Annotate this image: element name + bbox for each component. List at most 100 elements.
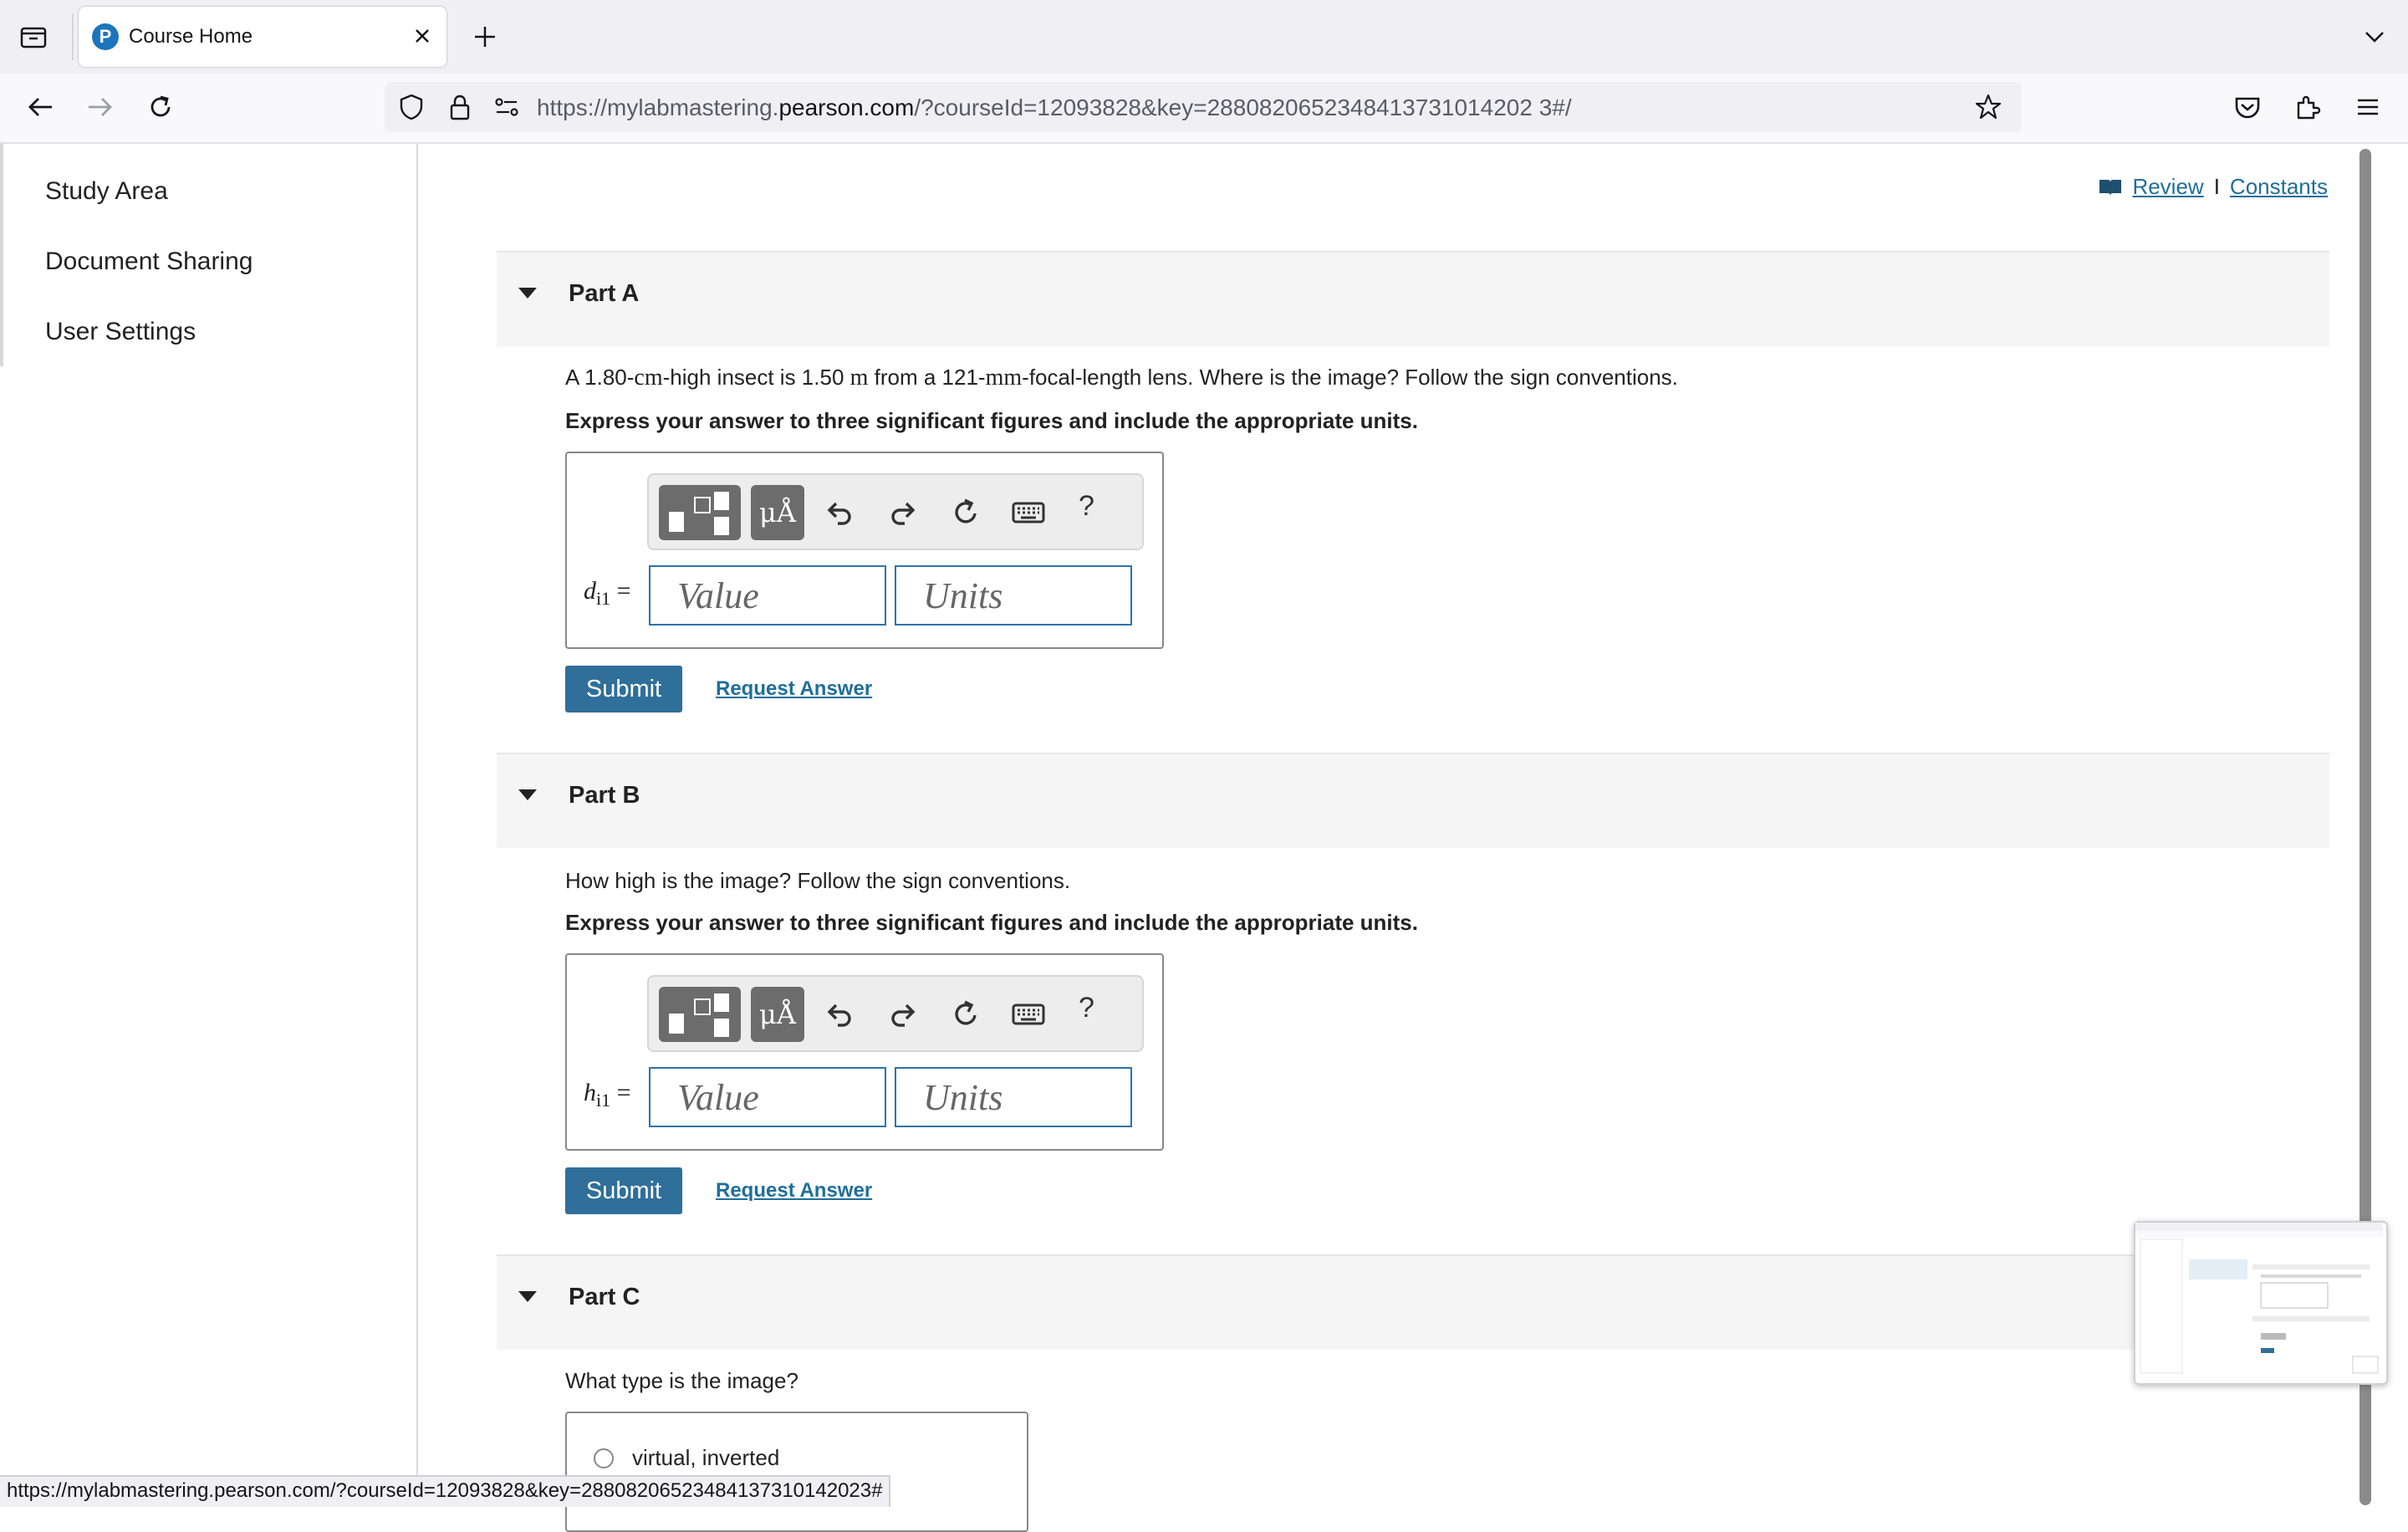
url-host: pearson.com bbox=[778, 94, 915, 120]
units-input[interactable] bbox=[896, 567, 1130, 624]
url-suffix: /?courseId=12093828&key=2880820652348413… bbox=[914, 94, 1572, 120]
part-b-header[interactable]: Part B bbox=[497, 753, 2329, 848]
review-link[interactable]: Review bbox=[2132, 174, 2203, 200]
equals-sign: = bbox=[616, 577, 631, 605]
tab-separator bbox=[72, 13, 74, 60]
pocket-icon[interactable] bbox=[2231, 90, 2264, 124]
undo-icon[interactable] bbox=[821, 493, 858, 530]
part-a-answer-box: μÅ ? di1 = bbox=[565, 452, 1164, 649]
value-input[interactable] bbox=[650, 567, 885, 624]
sidebar-accent bbox=[0, 144, 3, 366]
var-subscript: i1 bbox=[596, 1090, 611, 1111]
variable-label: di1 = bbox=[584, 577, 631, 610]
preview-image bbox=[2135, 1223, 2383, 1374]
browser-tab-course-home[interactable]: P Course Home bbox=[79, 7, 446, 67]
part-c-header[interactable]: Part C bbox=[497, 1254, 2329, 1350]
menu-hamburger-icon[interactable] bbox=[2351, 90, 2385, 124]
equals-sign: = bbox=[616, 1079, 631, 1106]
redo-icon[interactable] bbox=[885, 995, 921, 1032]
extensions-icon[interactable] bbox=[2291, 90, 2324, 124]
part-title: Part B bbox=[569, 782, 640, 809]
part-b-answer-box: μÅ ? hi1 = bbox=[565, 953, 1164, 1151]
q-text: -focal-length lens. Where is the image? … bbox=[1022, 365, 1678, 390]
option-label[interactable]: virtual, inverted bbox=[632, 1445, 779, 1471]
reset-icon[interactable] bbox=[948, 995, 985, 1032]
chevron-down-icon[interactable] bbox=[2360, 22, 2390, 52]
units-input[interactable] bbox=[896, 1069, 1130, 1126]
pearson-favicon-icon: P bbox=[92, 23, 119, 50]
submit-button[interactable]: Submit bbox=[565, 666, 682, 712]
q-text: from a 121- bbox=[868, 365, 986, 390]
caret-down-icon[interactable] bbox=[518, 288, 537, 299]
help-button[interactable]: ? bbox=[1079, 490, 1094, 523]
part-title: Part C bbox=[569, 1284, 640, 1310]
assignment-content: Review I Constants Part A A 1.80-cm-high… bbox=[418, 144, 2358, 1532]
part-a-question: A 1.80-cm-high insect is 1.50 m from a 1… bbox=[565, 365, 1678, 391]
part-title: Part A bbox=[569, 280, 640, 307]
redo-icon[interactable] bbox=[885, 493, 921, 530]
q-text: A 1.80- bbox=[565, 365, 635, 390]
part-a-header[interactable]: Part A bbox=[497, 251, 2329, 346]
multiple-choice-box: virtual, inverted bbox=[565, 1412, 1028, 1532]
screenshot-preview-thumbnail[interactable] bbox=[2134, 1221, 2388, 1385]
keyboard-icon[interactable] bbox=[1010, 995, 1047, 1032]
var-symbol: h bbox=[584, 1079, 596, 1106]
q-text: -high insect is 1.50 bbox=[662, 365, 850, 390]
link-separator: I bbox=[2213, 174, 2220, 199]
sidebar-item-user-settings[interactable]: User Settings bbox=[45, 318, 196, 346]
browser-nav-bar: https://mylabmastering.pearson.com/?cour… bbox=[0, 74, 2408, 144]
math-toolbar: μÅ ? bbox=[647, 975, 1144, 1052]
templates-button[interactable] bbox=[659, 485, 741, 540]
sidebar-item-document-sharing[interactable]: Document Sharing bbox=[45, 248, 253, 276]
var-symbol: d bbox=[584, 577, 596, 605]
book-icon bbox=[2099, 179, 2122, 196]
radio-button[interactable] bbox=[594, 1448, 614, 1468]
request-answer-link[interactable]: Request Answer bbox=[716, 677, 872, 701]
close-tab-icon[interactable] bbox=[410, 23, 435, 49]
request-answer-link[interactable]: Request Answer bbox=[716, 1179, 872, 1203]
top-links: Review I Constants bbox=[2099, 174, 2328, 200]
reset-icon[interactable] bbox=[948, 493, 985, 530]
value-field[interactable] bbox=[649, 1067, 886, 1127]
part-a-instruction: Express your answer to three significant… bbox=[565, 408, 1418, 433]
undo-icon[interactable] bbox=[821, 995, 858, 1032]
part-b-instruction: Express your answer to three significant… bbox=[565, 910, 1418, 935]
url-prefix: https://mylabmastering. bbox=[537, 94, 779, 120]
caret-down-icon[interactable] bbox=[518, 789, 537, 800]
link-status-url: https://mylabmastering.pearson.com/?cour… bbox=[0, 1475, 891, 1507]
keyboard-icon[interactable] bbox=[1010, 493, 1047, 530]
bookmark-star-icon[interactable] bbox=[1973, 92, 2003, 122]
math-toolbar: μÅ ? bbox=[647, 473, 1144, 550]
unit-cm: cm bbox=[634, 365, 663, 391]
site-permissions-icon[interactable] bbox=[492, 92, 522, 122]
part-c-question: What type is the image? bbox=[565, 1368, 798, 1393]
tab-list-icon[interactable] bbox=[18, 22, 48, 52]
constants-link[interactable]: Constants bbox=[2230, 174, 2328, 200]
new-tab-icon[interactable] bbox=[470, 22, 500, 52]
url-text[interactable]: https://mylabmastering.pearson.com/?cour… bbox=[537, 94, 1572, 121]
submit-button[interactable]: Submit bbox=[565, 1167, 682, 1214]
address-bar[interactable]: https://mylabmastering.pearson.com/?cour… bbox=[385, 82, 2022, 132]
reload-icon[interactable] bbox=[144, 90, 177, 124]
browser-tab-bar: P Course Home bbox=[0, 0, 2408, 74]
var-subscript: i1 bbox=[596, 588, 611, 609]
shield-icon[interactable] bbox=[396, 92, 426, 122]
part-b-question: How high is the image? Follow the sign c… bbox=[565, 868, 1071, 893]
caret-down-icon[interactable] bbox=[518, 1291, 537, 1302]
back-arrow-icon[interactable] bbox=[23, 90, 57, 124]
help-button[interactable]: ? bbox=[1079, 992, 1094, 1024]
lock-icon[interactable] bbox=[445, 92, 475, 122]
templates-button[interactable] bbox=[659, 987, 741, 1042]
units-symbols-button[interactable]: μÅ bbox=[751, 485, 804, 540]
course-sidebar: Study Area Document Sharing User Setting… bbox=[0, 144, 418, 1505]
sidebar-item-study-area[interactable]: Study Area bbox=[45, 177, 168, 206]
units-field[interactable] bbox=[895, 565, 1132, 626]
units-symbols-button[interactable]: μÅ bbox=[751, 987, 804, 1042]
forward-arrow-icon[interactable] bbox=[84, 90, 117, 124]
value-input[interactable] bbox=[650, 1069, 885, 1126]
variable-label: hi1 = bbox=[584, 1079, 631, 1111]
value-field[interactable] bbox=[649, 565, 886, 626]
tab-title: Course Home bbox=[129, 25, 253, 48]
unit-m: m bbox=[849, 365, 869, 391]
units-field[interactable] bbox=[895, 1067, 1132, 1127]
